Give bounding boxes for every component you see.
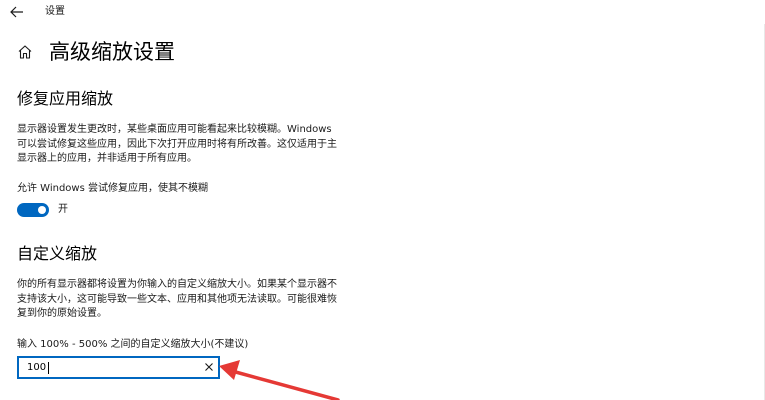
toggle-state-label: 开 [58, 204, 68, 215]
text-caret [48, 362, 49, 374]
custom-scaling-description: 你的所有显示器都将设置为你输入的自定义缩放大小。如果某个显示器不 支持该大小，这… [17, 278, 357, 322]
toggle-knob [38, 206, 46, 214]
fix-apps-toggle-label: 允许 Windows 尝试修复应用，使其不模糊 [17, 183, 208, 194]
back-arrow-icon[interactable] [8, 3, 26, 21]
home-icon[interactable] [17, 44, 33, 60]
description-line: 可以尝试修复这些应用，因此下次打开应用时将有所改善。这仅适用于主 [17, 138, 337, 150]
description-line: 支持该大小，这可能导致一些文本、应用和其他项无法读取。可能很难恢 [17, 293, 337, 305]
custom-scale-input-label: 输入 100% - 500% 之间的自定义缩放大小(不建议) [17, 339, 249, 350]
fix-scaling-description: 显示器设置发生更改时，某些桌面应用可能看起来比较模糊。Windows 可以尝试修… [17, 123, 357, 167]
description-line: 你的所有显示器都将设置为你输入的自定义缩放大小。如果某个显示器不 [17, 279, 337, 290]
fix-scaling-heading: 修复应用缩放 [17, 89, 114, 108]
title-bar: 设置 [0, 0, 765, 24]
close-icon[interactable] [203, 361, 215, 373]
fix-apps-toggle[interactable] [17, 203, 49, 217]
page-title: 高级缩放设置 [49, 40, 175, 64]
description-line: 复到你的原始设置。 [17, 308, 107, 319]
description-line: 显示器上的应用，并非适用于所有应用。 [17, 153, 197, 164]
custom-scale-input[interactable] [27, 361, 197, 375]
custom-scale-input-box[interactable] [17, 356, 220, 379]
custom-scaling-heading: 自定义缩放 [17, 244, 98, 263]
description-line: 显示器设置发生更改时，某些桌面应用可能看起来比较模糊。Windows [17, 124, 332, 135]
window-title: 设置 [45, 6, 65, 17]
